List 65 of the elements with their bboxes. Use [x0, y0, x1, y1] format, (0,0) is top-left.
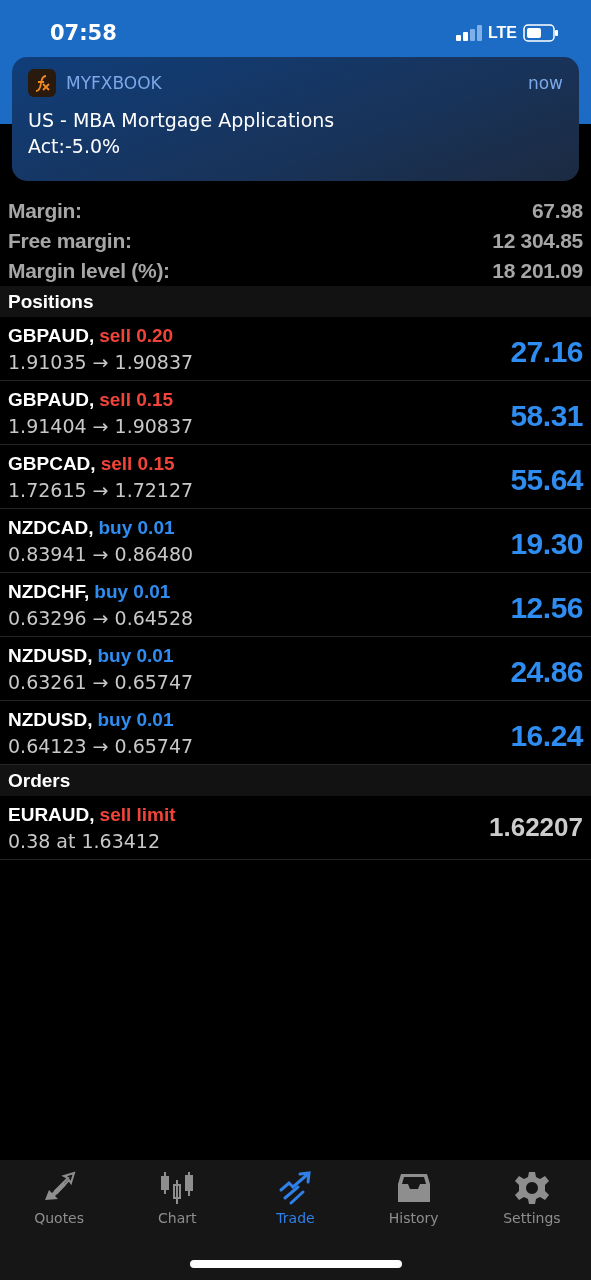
- symbol: NZDCAD,: [8, 516, 94, 539]
- symbol: NZDCHF,: [8, 580, 90, 603]
- profit-value: 58.31: [510, 398, 583, 433]
- position-row[interactable]: NZDUSD, buy 0.01 0.63261 → 0.65747 24.86: [0, 637, 591, 701]
- section-title: Orders: [8, 769, 71, 792]
- price-change: 1.91035 → 1.90837: [8, 350, 194, 373]
- profit-value: 27.16: [510, 334, 583, 369]
- account-label: Margin level (%):: [8, 259, 170, 283]
- position-row[interactable]: NZDCHF, buy 0.01 0.63296 → 0.64528 12.56: [0, 573, 591, 637]
- tab[interactable]: History: [354, 1168, 473, 1228]
- trade-type: sell 0.20: [99, 324, 174, 347]
- position-row[interactable]: GBPCAD, sell 0.15 1.72615 → 1.72127 55.64: [0, 445, 591, 509]
- symbol: NZDUSD,: [8, 644, 93, 667]
- notification-time: now: [527, 73, 563, 93]
- price-change: 0.63296 → 0.64528: [8, 606, 194, 629]
- profit-value: 12.56: [510, 590, 583, 625]
- settings-icon: [513, 1170, 550, 1206]
- symbol: EURAUD,: [8, 803, 95, 826]
- account-label: Free margin:: [8, 229, 132, 253]
- trade-type: buy 0.01: [98, 516, 175, 539]
- order-price: 1.62207: [489, 812, 583, 843]
- status-time: 07:58: [50, 21, 117, 45]
- app-name: MYFXBOOK: [66, 73, 163, 93]
- section-title: Positions: [8, 290, 94, 313]
- tab[interactable]: Chart: [118, 1168, 237, 1228]
- price-change: 1.72615 → 1.72127: [8, 478, 194, 501]
- trade-type: sell 0.15: [100, 452, 175, 475]
- tab[interactable]: Quotes: [0, 1168, 119, 1228]
- order-type: sell limit: [99, 803, 176, 826]
- profit-value: 16.24: [510, 718, 583, 753]
- trade-type: buy 0.01: [97, 708, 174, 731]
- price-change: 0.83941 → 0.86480: [8, 542, 194, 565]
- profit-value: 19.30: [510, 526, 583, 561]
- symbol: GBPAUD,: [8, 388, 95, 411]
- position-row[interactable]: GBPAUD, sell 0.20 1.91035 → 1.90837 27.16: [0, 317, 591, 381]
- symbol: NZDUSD,: [8, 708, 93, 731]
- battery-icon: [523, 24, 559, 42]
- notification-title: US - MBA Mortgage Applications: [28, 108, 336, 133]
- profit-value: 55.64: [510, 462, 583, 497]
- position-row[interactable]: NZDCAD, buy 0.01 0.83941 → 0.86480 19.30: [0, 509, 591, 573]
- symbol: GBPCAD,: [8, 452, 96, 475]
- trade-type: buy 0.01: [94, 580, 171, 603]
- tab[interactable]: Trade: [236, 1168, 355, 1228]
- order-row[interactable]: EURAUD, sell limit 0.38 at 1.63412 1.62207: [0, 796, 591, 860]
- position-row[interactable]: GBPAUD, sell 0.15 1.91404 → 1.90837 58.31: [0, 381, 591, 445]
- price-change: 0.63261 → 0.65747: [8, 670, 194, 693]
- symbol: GBPAUD,: [8, 324, 95, 347]
- price-change: 0.64123 → 0.65747: [8, 734, 194, 757]
- profit-value: 24.86: [510, 654, 583, 689]
- app-icon: [28, 69, 56, 97]
- notification-body: Act:-5.0%: [28, 134, 122, 159]
- account-value: 67.98: [531, 199, 583, 223]
- account-label: Margin:: [8, 199, 82, 223]
- price-change: 1.91404 → 1.90837: [8, 414, 194, 437]
- network-type: LTE: [487, 24, 517, 42]
- trend-arrow-icon: [277, 1170, 314, 1206]
- signal-icon: [455, 25, 482, 41]
- order-details: 0.38 at 1.63412: [8, 829, 162, 852]
- trade-type: sell 0.15: [99, 388, 174, 411]
- tab[interactable]: Settings: [472, 1168, 591, 1228]
- notification-banner[interactable]: MYFXBOOK now US - MBA Mortgage Applications Act:-5.0%: [12, 57, 579, 181]
- account-value: 18 201.09: [492, 259, 583, 283]
- account-value: 12 304.85: [492, 229, 583, 253]
- trade-type: buy 0.01: [97, 644, 174, 667]
- candlestick-icon: [159, 1170, 196, 1206]
